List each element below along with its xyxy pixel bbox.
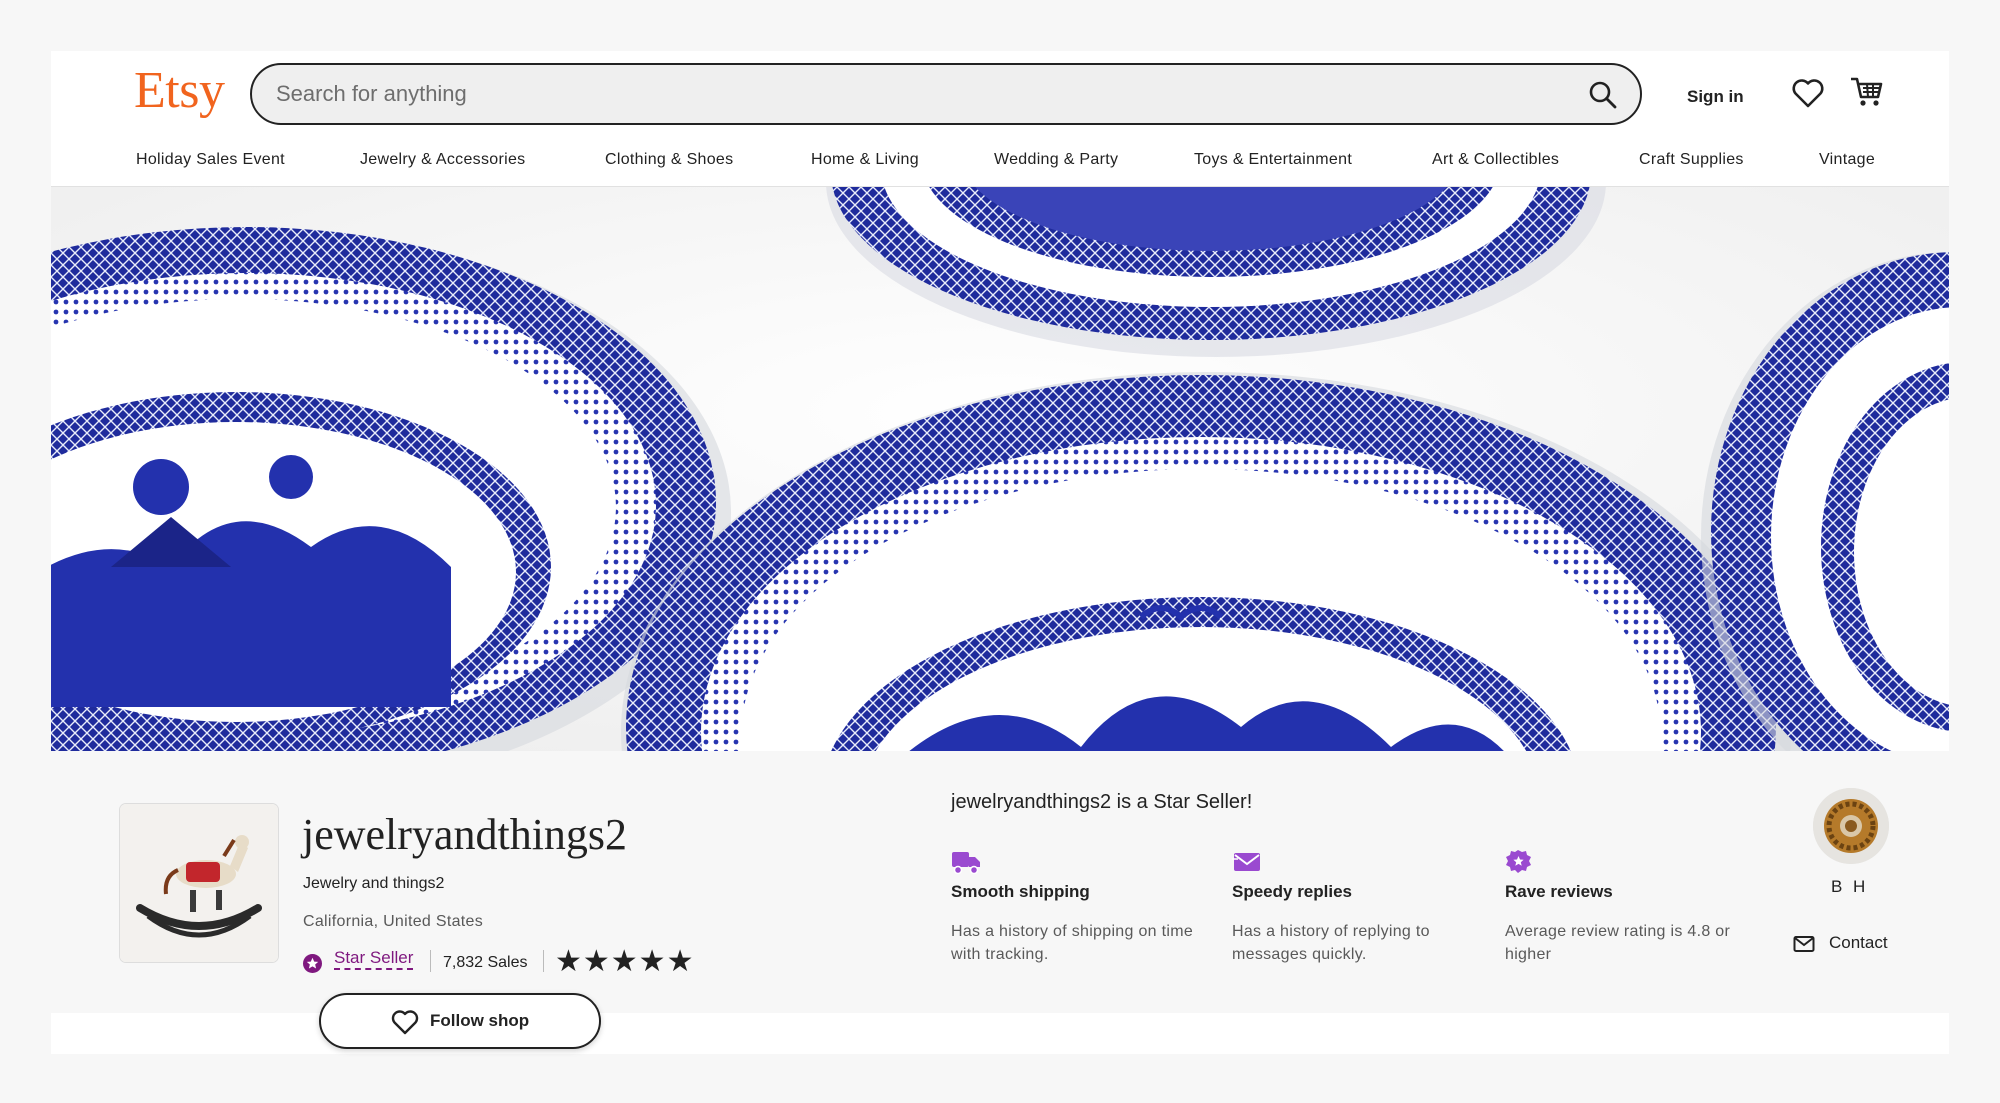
shop-icon-image[interactable]: [120, 804, 278, 962]
envelope-icon: [1232, 853, 1260, 871]
heart-outline-icon: [391, 1010, 419, 1035]
shop-title: Jewelry and things2: [303, 875, 445, 892]
plates-illustration: [51, 187, 1949, 751]
divider: [430, 950, 431, 972]
star-seller-link[interactable]: Star Seller: [334, 948, 414, 970]
feature-title: Rave reviews: [1505, 882, 1613, 901]
feature-description: Has a history of replying to messages qu…: [1232, 923, 1430, 963]
truck-icon: [952, 852, 980, 875]
nav-item-vintage[interactable]: Vintage: [1819, 151, 1875, 169]
feature-title: Speedy replies: [1232, 882, 1353, 901]
feature-title: Smooth shipping: [951, 882, 1090, 901]
rating-stars[interactable]: ★★★★★: [555, 944, 694, 979]
owner-name: B H: [1831, 877, 1869, 896]
nav-item-craft-supplies[interactable]: Craft Supplies: [1639, 151, 1744, 169]
etsy-logo[interactable]: Etsy: [134, 61, 225, 120]
shop-name: jewelryandthings2: [302, 810, 628, 859]
nav-item-jewelry[interactable]: Jewelry & Accessories: [360, 151, 525, 169]
search-icon[interactable]: [1588, 80, 1618, 110]
star-seller-headline: jewelryandthings2 is a Star Seller!: [951, 791, 1253, 813]
follow-shop-label: Follow shop: [430, 1011, 530, 1030]
divider: [543, 950, 544, 972]
sales-count: 7,832 Sales: [443, 954, 528, 971]
follow-shop-button[interactable]: Follow shop: [319, 993, 601, 1049]
nav-item-art[interactable]: Art & Collectibles: [1432, 151, 1559, 169]
shop-info-section: jewelryandthings2 Jewelry and things2 Ca…: [51, 751, 1949, 1049]
nav-item-toys[interactable]: Toys & Entertainment: [1194, 151, 1352, 169]
page-frame: Etsy Sign in Holiday Sales Event Jewelry…: [51, 51, 1949, 1054]
star-badge-icon: [1506, 850, 1531, 873]
category-nav: Holiday Sales Event Jewelry & Accessorie…: [51, 151, 1949, 185]
shop-location: California, United States: [303, 913, 484, 930]
contact-label: Contact: [1829, 933, 1888, 952]
nav-item-home-living[interactable]: Home & Living: [811, 151, 919, 169]
nav-item-wedding[interactable]: Wedding & Party: [994, 151, 1118, 169]
search-input[interactable]: [276, 77, 1566, 111]
favorites-heart-icon[interactable]: [1791, 77, 1825, 109]
shop-banner-image: [51, 187, 1949, 751]
envelope-outline-icon: [1793, 936, 1815, 952]
nav-item-clothing[interactable]: Clothing & Shoes: [605, 151, 733, 169]
owner-avatar[interactable]: [1813, 788, 1889, 864]
sign-in-link[interactable]: Sign in: [1687, 87, 1744, 107]
star-seller-badge-icon: [303, 954, 322, 973]
site-header: Etsy Sign in Holiday Sales Event Jewelry…: [51, 51, 1949, 187]
feature-description: Average review rating is 4.8 or higher: [1505, 923, 1731, 963]
search-bar[interactable]: [250, 63, 1642, 125]
feature-description: Has a history of shipping on time with t…: [951, 923, 1194, 963]
nav-item-holiday-sales[interactable]: Holiday Sales Event: [136, 151, 285, 169]
cart-icon[interactable]: [1848, 73, 1884, 109]
